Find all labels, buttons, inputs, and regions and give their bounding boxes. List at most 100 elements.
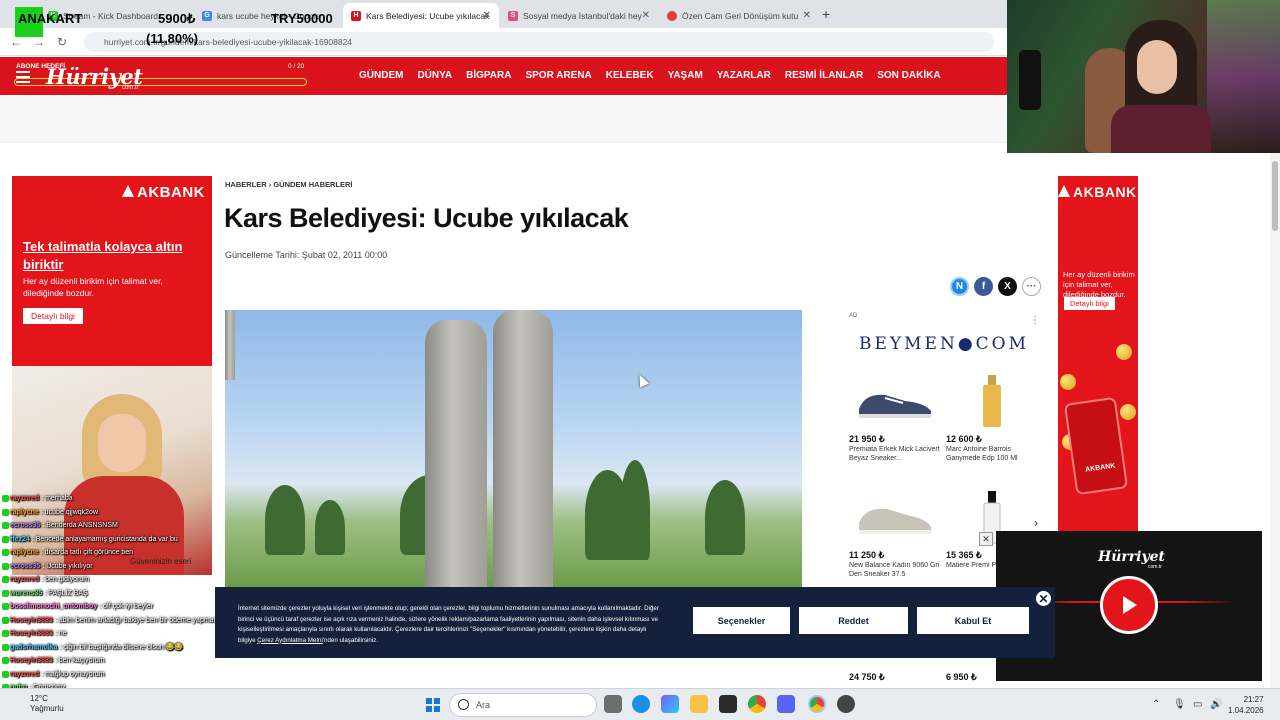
chat-message: rayznred: ben gidiyorum — [2, 573, 262, 587]
taskbar-clock[interactable]: 21:27 1.04.2026 — [1228, 694, 1264, 716]
nav-resmi-ilanlar[interactable]: RESMİ İLANLAR — [785, 70, 863, 81]
chevron-right-icon[interactable]: › — [1034, 516, 1038, 530]
discord-icon[interactable] — [777, 695, 795, 713]
network-icon[interactable]: ▭ — [1193, 699, 1202, 710]
chat-message: ecross35: Ucube yıkılıyor — [2, 560, 262, 574]
nav-dunya[interactable]: DÜNYA — [417, 70, 452, 81]
coin-icon — [1120, 404, 1136, 420]
akbank-logo: AKBANK — [1058, 184, 1137, 200]
back-arrow-icon[interactable]: ← — [10, 35, 22, 49]
right-akbank-ad[interactable]: AKBANK Her ay düzenli birikim için talim… — [1058, 176, 1138, 536]
cookie-accept-button[interactable]: Kabul Et — [917, 607, 1029, 634]
weather-widget[interactable]: 12°C Yağmurlu — [30, 694, 64, 714]
close-icon[interactable]: ✕ — [1034, 589, 1053, 608]
cookie-reject-button[interactable]: Reddet — [799, 607, 908, 634]
coin-icon — [1116, 344, 1132, 360]
nav-bigpara[interactable]: BİGPARA — [466, 70, 511, 81]
chat-username: Huseyin3883 — [10, 616, 53, 624]
product-card[interactable]: 12 600 ₺ Marc Antoine Barrois Ganymede E… — [946, 370, 1038, 463]
store-icon[interactable] — [719, 695, 737, 713]
akbank-logo: AKBANK — [122, 184, 205, 201]
chat-username: rayznred — [10, 576, 40, 584]
menu-icon[interactable] — [16, 71, 30, 86]
task-view-icon[interactable] — [604, 695, 622, 713]
chrome-icon[interactable] — [748, 695, 766, 713]
chat-username: ecross35 — [10, 562, 41, 570]
product-price: 11 250 ₺ — [849, 550, 885, 560]
tab-hurriyet-article[interactable]: H Kars Belediyesi: Ucube yıkılacak ✕ — [343, 3, 499, 28]
chat-username: Huseyin3883 — [10, 657, 53, 665]
product-card[interactable]: 21 950 ₺ Premiata Erkek Mick Lacivert Be… — [849, 370, 941, 463]
clock-date: 1.04.2026 — [1228, 706, 1264, 715]
nav-kelebek[interactable]: KELEBEK — [606, 70, 654, 81]
microphone-icon[interactable]: 🎙 — [1173, 699, 1186, 710]
nav-son-dakika[interactable]: SON DAKİKA — [877, 70, 940, 81]
chat-message: ffez24: Bencede anlayamamış guricistanda… — [2, 533, 262, 547]
product-name: Marc Antoine Barrois Ganymede Edp 100 Ml — [946, 446, 1018, 462]
product-name: New Balance Kadın 9060 Gri Deri Sneaker … — [849, 562, 940, 578]
article-image — [225, 310, 802, 590]
new-tab-icon[interactable]: + — [822, 6, 830, 22]
ad-options-icon[interactable]: ⋮ — [1030, 315, 1040, 326]
product-price: 12 600 ₺ — [946, 434, 982, 444]
nav-yazarlar[interactable]: YAZARLAR — [717, 70, 771, 81]
phone-image: AKBANK — [1063, 396, 1129, 496]
cookie-policy-link[interactable]: Çerez Aydınlatma Metni — [257, 637, 323, 644]
goal-label: ANAKART — [18, 11, 83, 26]
chrome-active-icon[interactable] — [808, 695, 826, 713]
google-news-icon[interactable]: N — [950, 277, 969, 296]
clock-time: 21:27 — [1243, 695, 1264, 704]
browser-tab-bar: K Stream - Kick Dashboard G kars ucube h… — [0, 0, 1010, 28]
nav-spor-arena[interactable]: SPOR ARENA — [525, 70, 591, 81]
edge-icon[interactable] — [632, 695, 650, 713]
ad-label: AD — [849, 313, 858, 319]
obs-icon[interactable] — [837, 695, 855, 713]
close-icon[interactable]: ✕ — [803, 10, 811, 21]
sneaker-image — [849, 370, 941, 432]
ad-details-button[interactable]: Detaylı bilgi — [1064, 297, 1115, 310]
url-field[interactable]: hurriyet.com.tr/gundem/kars-belediyesi-u… — [84, 32, 994, 52]
left-akbank-ad[interactable]: AKBANK Tek talimatla kolayca altın birik… — [12, 176, 212, 366]
sneaker-image — [849, 486, 941, 548]
phone-brand: AKBANK — [1084, 462, 1116, 474]
file-explorer-icon[interactable] — [690, 695, 708, 713]
windows-start-icon[interactable] — [426, 698, 440, 712]
chevron-up-icon[interactable]: ⌃ — [1152, 699, 1160, 710]
ad-subtext: Her ay düzenli birikim için talimat ver,… — [1063, 270, 1135, 299]
taskbar-search[interactable]: Ara — [449, 693, 597, 717]
chat-username: wurens35 — [10, 589, 43, 597]
beymen-logo[interactable]: BEYMEN●COM — [859, 334, 1029, 354]
breadcrumb[interactable]: HABERLER › GÜNDEM HABERLERİ — [225, 180, 353, 189]
nav-yasam[interactable]: YAŞAM — [668, 70, 703, 81]
tab-ozen-cam[interactable]: Özen Cam Geri Dönüşüm kutu ✕ — [659, 3, 819, 28]
nav-gundem[interactable]: GÜNDEM — [359, 70, 403, 81]
copilot-icon[interactable] — [661, 695, 679, 713]
cookie-text: İnternet sitemizde çerezler yoluyla kişi… — [238, 604, 663, 646]
more-icon[interactable]: ··· — [1022, 277, 1041, 296]
forward-arrow-icon[interactable]: → — [33, 35, 45, 49]
page-scrollbar[interactable] — [1270, 153, 1280, 688]
chat-message: raplycne: ucube qjjwqk2ow — [2, 506, 262, 520]
chat-username: ecross35 — [10, 522, 41, 530]
x-icon[interactable]: X — [998, 277, 1017, 296]
chat-message: raplycne: dısarda tatlı çift görünce ben — [2, 546, 262, 560]
tab-sosyal-medya[interactable]: S Sosyal medya İstanbul'daki hey ✕ — [500, 3, 658, 28]
chat-text: : Ucube yıkılıyor — [42, 562, 93, 570]
play-icon[interactable] — [1100, 576, 1158, 634]
scrollbar-thumb[interactable] — [1272, 161, 1278, 231]
ad-details-button[interactable]: Detaylı bilgi — [23, 308, 83, 324]
product-card[interactable]: 11 250 ₺ New Balance Kadın 9060 Gri Deri… — [849, 486, 941, 579]
close-icon[interactable]: ✕ — [483, 10, 491, 21]
facebook-icon[interactable]: f — [974, 277, 993, 296]
chat-message: rayznred: mağlup oynuyorum — [2, 668, 262, 682]
chat-message: ecross35: Benderda ANSNSNSM — [2, 519, 262, 533]
ad-subtext: Her ay düzenli birikim için talimat ver,… — [23, 276, 163, 298]
close-icon[interactable]: ✕ — [979, 532, 993, 546]
video-logo: Hürriyet — [1098, 549, 1165, 565]
cookie-options-button[interactable]: Seçenekler — [693, 607, 790, 634]
reload-icon[interactable]: ↻ — [57, 35, 67, 49]
volume-icon[interactable]: 🔊 — [1210, 699, 1222, 710]
chat-username: Huseyin3883 — [10, 630, 53, 638]
cookie-consent-banner: İnternet sitemizde çerezler yoluyla kişi… — [215, 587, 1055, 658]
close-icon[interactable]: ✕ — [642, 10, 650, 21]
